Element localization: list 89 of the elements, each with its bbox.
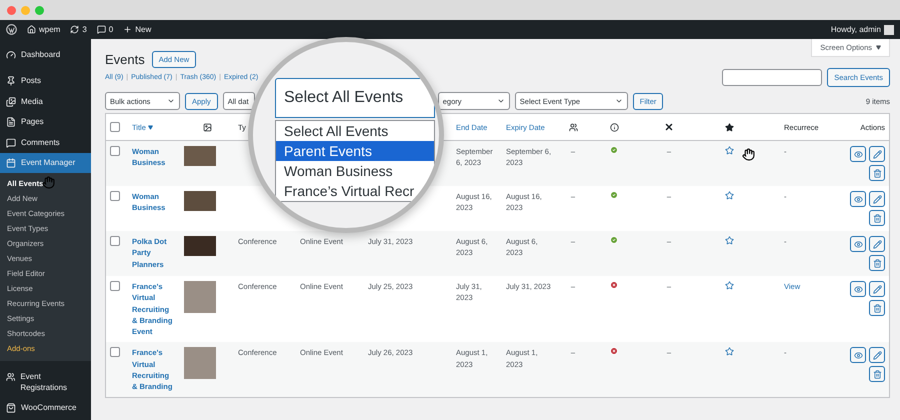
cross-icon: [664, 122, 674, 132]
sidebar-item[interactable]: Posts: [0, 71, 91, 92]
page-title: Events: [105, 52, 145, 67]
comment-icon: [96, 25, 106, 34]
star-icon[interactable]: [724, 236, 734, 245]
photo-placeholder: [184, 146, 216, 166]
trash-icon: [872, 304, 882, 312]
star-icon[interactable]: [724, 146, 734, 155]
comment-icon: [6, 138, 16, 148]
calendar-icon: [6, 158, 16, 168]
pencil-icon: [872, 240, 882, 248]
updates-link[interactable]: 3: [70, 25, 87, 34]
delete-button[interactable]: [869, 210, 885, 226]
eye-icon: [854, 150, 862, 158]
comments-link[interactable]: 0: [96, 25, 114, 34]
view-button[interactable]: [850, 236, 866, 252]
photo-placeholder: [184, 236, 216, 256]
sidebar-item[interactable]: Event Registrations: [0, 367, 91, 398]
refresh-icon: [70, 25, 80, 34]
users-icon: [568, 122, 578, 132]
users-icon: [6, 372, 16, 382]
star-icon[interactable]: [724, 191, 734, 200]
sidebar-item[interactable]: Event Manager: [0, 152, 91, 174]
star-icon[interactable]: [724, 347, 734, 356]
pointer-cursor-icon: [742, 148, 755, 161]
photo-placeholder: [184, 347, 216, 380]
trash-icon: [872, 214, 882, 222]
row-checkbox[interactable]: [110, 191, 120, 201]
pencil-icon: [872, 350, 882, 360]
delete-button[interactable]: [869, 255, 885, 271]
trash-icon: [872, 258, 882, 268]
row-checkbox[interactable]: [110, 236, 120, 246]
star-icon[interactable]: [724, 281, 734, 290]
eye-icon: [854, 240, 862, 248]
eye-icon: [854, 194, 862, 204]
wordpress-logo-icon[interactable]: [6, 24, 17, 35]
view-button[interactable]: [850, 146, 866, 162]
pencil-icon: [872, 150, 882, 158]
view-button[interactable]: [850, 281, 866, 297]
sidebar-item[interactable]: Dashboard: [0, 45, 91, 66]
edit-button[interactable]: [869, 281, 885, 297]
sort-caret-icon: [148, 124, 153, 130]
row-checkbox[interactable]: [110, 281, 120, 291]
plus-icon: [123, 25, 132, 34]
info-icon: [610, 122, 618, 132]
photo-placeholder: [184, 191, 216, 211]
new-link[interactable]: New: [123, 25, 152, 34]
home-icon: [27, 25, 36, 34]
caret-icon: [876, 45, 881, 50]
account-link[interactable]: Howdy, admin: [830, 24, 894, 34]
search-field[interactable]: [722, 69, 822, 86]
chevron-icon: [614, 97, 623, 105]
select-all-checkbox[interactable]: [110, 122, 120, 132]
chevron-icon: [496, 97, 505, 105]
row-checkbox[interactable]: [110, 347, 120, 358]
eye-icon: [854, 284, 862, 294]
edit-button[interactable]: [869, 236, 885, 252]
edit-button[interactable]: [869, 191, 885, 207]
edit-button[interactable]: [869, 347, 885, 364]
dropdown-option[interactable]: Parent Events: [276, 141, 434, 161]
row-checkbox[interactable]: [110, 146, 120, 156]
gauge-icon: [6, 50, 16, 60]
trash-icon: [872, 168, 882, 178]
edit-button[interactable]: [869, 146, 885, 162]
pencil-icon: [872, 284, 882, 294]
delete-button[interactable]: [869, 165, 885, 181]
view-button[interactable]: [850, 347, 866, 364]
sidebar-item[interactable]: Pages: [0, 112, 91, 133]
pin-icon: [6, 76, 16, 86]
pointer-cursor-icon: [42, 176, 55, 189]
star-icon: [724, 122, 734, 132]
sidebar-item[interactable]: Media: [0, 92, 91, 112]
event-select[interactable]: Select All Events: [275, 78, 435, 118]
photo-placeholder: [184, 281, 216, 313]
image-icon: [202, 122, 212, 132]
sidebar-item[interactable]: WooCommerce: [0, 398, 91, 419]
page-icon: [6, 117, 16, 128]
trash-icon: [872, 370, 882, 379]
images-icon: [6, 96, 16, 107]
delete-button[interactable]: [869, 366, 885, 382]
sidebar-item[interactable]: Comments: [0, 132, 91, 153]
view-button[interactable]: [850, 191, 866, 207]
site-link[interactable]: wpem: [27, 25, 60, 34]
delete-button[interactable]: [869, 300, 885, 316]
shopping-bag-icon: [6, 403, 16, 414]
eye-icon: [854, 350, 862, 360]
avatar-placeholder: [884, 24, 894, 34]
pencil-icon: [872, 194, 882, 204]
chevron-icon: [167, 97, 175, 105]
